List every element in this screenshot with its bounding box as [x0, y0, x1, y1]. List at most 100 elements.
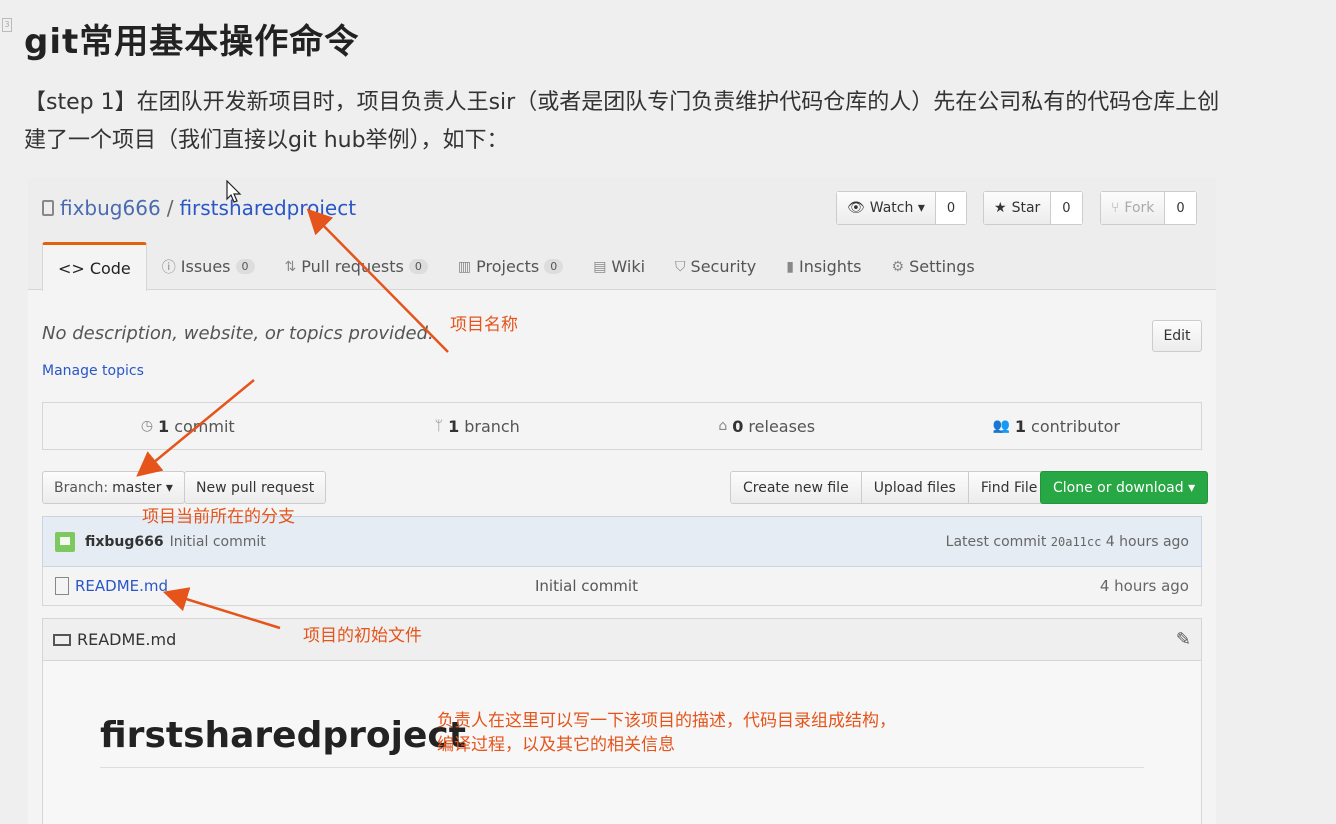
contributors-count: 1	[1014, 416, 1027, 436]
clone-or-download-button[interactable]: Clone or download ▾	[1040, 471, 1209, 504]
new-pull-request-button[interactable]: New pull request	[184, 471, 327, 504]
file-commit-message[interactable]: Initial commit	[535, 577, 638, 595]
repo-path: fixbug666 / firstsharedproject	[42, 196, 356, 220]
annotation-readme-line-2: 编译过程，以及其它的相关信息	[437, 735, 675, 755]
annotation-current-branch: 项目当前所在的分支	[142, 507, 295, 527]
tab-code[interactable]: <> Code	[42, 242, 147, 291]
commit-age: 4 hours ago	[1105, 533, 1189, 550]
contributors-label: contributor	[1031, 416, 1121, 436]
tab-label: Security	[690, 257, 757, 276]
file-name-link[interactable]: README.md	[75, 577, 168, 595]
edit-button[interactable]: Edit	[1152, 320, 1202, 352]
star-button[interactable]: ★ Star 0	[983, 191, 1083, 225]
fork-button[interactable]: ⑂ Fork 0	[1100, 191, 1197, 225]
tab-pull-requests[interactable]: ⇅ Pull requests 0	[270, 242, 443, 291]
eye-icon: 👁	[847, 200, 865, 216]
repo-name-link[interactable]: firstsharedproject	[179, 196, 356, 220]
tag-icon: ⌂	[718, 418, 728, 434]
latest-commit-info: Latest commit 20a11cc 4 hours ago	[946, 534, 1189, 550]
book-icon: ▤	[593, 258, 607, 275]
commit-message[interactable]: Initial commit	[170, 534, 266, 550]
code-icon: <>	[58, 258, 85, 278]
history-icon: ◷	[140, 418, 154, 434]
tab-issues[interactable]: ⓘ Issues 0	[147, 242, 270, 291]
releases-label: releases	[748, 416, 816, 436]
branch-select-value: master ▾	[112, 479, 173, 496]
watch-label: Watch ▾	[869, 200, 925, 216]
releases-count: 0	[732, 416, 744, 436]
repo-header: fixbug666 / firstsharedproject 👁 Watch ▾ …	[28, 178, 1216, 291]
tab-label: Settings	[909, 257, 975, 276]
branch-select[interactable]: Branch: master ▾	[42, 471, 185, 504]
commits-count: 1	[158, 416, 170, 436]
doc-paragraph: 【step 1】在团队开发新项目时，项目负责人王sir（或者是团队专门负责维护代…	[24, 90, 1220, 153]
star-icon: ★	[994, 200, 1007, 216]
repo-description: No description, website, or topics provi…	[42, 323, 434, 344]
commit-hash[interactable]: 20a11cc	[1051, 535, 1102, 549]
commit-author[interactable]: fixbug666	[85, 534, 164, 550]
repo-icon	[42, 200, 54, 216]
annotation-project-name: 项目名称	[450, 315, 518, 335]
star-label: Star	[1011, 200, 1041, 216]
branches-count: 1	[448, 416, 460, 436]
watch-button[interactable]: 👁 Watch ▾ 0	[836, 191, 968, 225]
tab-label: Projects	[476, 257, 540, 276]
repo-tabs: <> Code ⓘ Issues 0 ⇅ Pull requests 0 ▥ P…	[42, 242, 990, 291]
annotation-readme-line-1: 负责人在这里可以写一下该项目的描述，代码目录组成结构，	[437, 711, 896, 731]
pencil-icon[interactable]: ✎	[1176, 629, 1191, 650]
issue-icon: ⓘ	[161, 259, 176, 276]
tab-label: Pull requests	[301, 257, 404, 276]
commits-label: commit	[174, 416, 235, 436]
branch-select-label: Branch:	[54, 479, 109, 496]
tab-label: Code	[89, 258, 131, 278]
tab-insights[interactable]: ▮ Insights	[771, 242, 876, 291]
contributors-summary[interactable]: 👥 1 contributor	[912, 403, 1202, 449]
heading-marker-icon: 3	[2, 18, 12, 32]
repo-summary: ◷ 1 commit ᛘ 1 branch ⌂ 0 releases 👥 1 c…	[42, 402, 1202, 450]
releases-summary[interactable]: ⌂ 0 releases	[622, 403, 912, 449]
tab-security[interactable]: ⛉ Security	[660, 242, 771, 291]
branches-summary[interactable]: ᛘ 1 branch	[333, 403, 623, 449]
book-icon	[53, 633, 71, 646]
repo-path-separator: /	[166, 196, 174, 220]
readme-title: README.md	[77, 630, 177, 649]
annotation-initial-file: 项目的初始文件	[303, 626, 422, 646]
tab-badge: 0	[235, 259, 255, 274]
tab-label: Insights	[798, 257, 862, 276]
pull-request-icon: ⇅	[284, 258, 297, 275]
readme-header: README.md	[43, 619, 1201, 661]
upload-files-button[interactable]: Upload files	[861, 472, 969, 503]
tab-label: Issues	[180, 257, 231, 276]
star-count[interactable]: 0	[1051, 192, 1082, 224]
project-icon: ▥	[457, 258, 472, 275]
gear-icon: ⚙	[891, 258, 905, 275]
fork-count[interactable]: 0	[1165, 192, 1196, 224]
commits-summary[interactable]: ◷ 1 commit	[43, 403, 333, 449]
file-age: 4 hours ago	[1099, 577, 1189, 595]
fork-label: Fork	[1124, 200, 1155, 216]
latest-commit-label: Latest commit	[945, 533, 1047, 550]
manage-topics-link[interactable]: Manage topics	[42, 363, 144, 379]
people-icon: 👥	[992, 418, 1010, 434]
branches-label: branch	[464, 416, 520, 436]
file-actions: Create new file Upload files Find File	[730, 471, 1051, 504]
shield-icon: ⛉	[675, 258, 686, 275]
create-new-file-button[interactable]: Create new file	[731, 472, 862, 503]
avatar[interactable]	[55, 531, 75, 552]
find-file-button[interactable]: Find File	[968, 472, 1050, 503]
file-row: README.md Initial commit 4 hours ago	[42, 567, 1202, 606]
branch-icon: ᛘ	[434, 418, 444, 434]
watch-count[interactable]: 0	[935, 192, 967, 224]
readme-divider	[100, 767, 1144, 768]
graph-icon: ▮	[786, 258, 794, 275]
tab-settings[interactable]: ⚙ Settings	[877, 242, 990, 291]
annotation-readme-note: 负责人在这里可以写一下该项目的描述，代码目录组成结构， 编译过程，以及其它的相关…	[437, 709, 896, 757]
tab-wiki[interactable]: ▤ Wiki	[578, 242, 660, 291]
tab-label: Wiki	[611, 257, 646, 276]
tab-badge: 0	[544, 259, 564, 274]
readme-heading: firstsharedproject	[100, 715, 466, 756]
repo-owner-link[interactable]: fixbug666	[60, 196, 161, 220]
tab-badge: 0	[408, 259, 428, 274]
tab-projects[interactable]: ▥ Projects 0	[443, 242, 578, 291]
file-icon	[55, 577, 69, 595]
